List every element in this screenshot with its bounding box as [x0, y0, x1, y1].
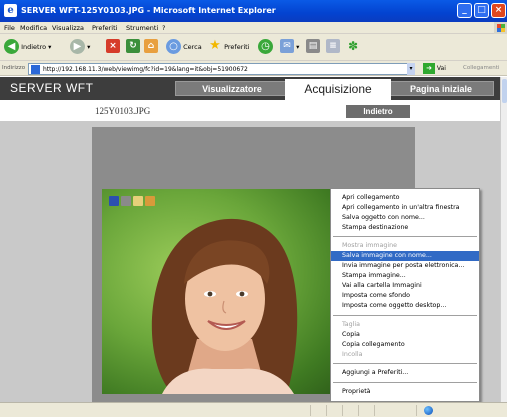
email-image-icon[interactable]	[133, 196, 143, 206]
edit-button[interactable]: ≡	[326, 38, 340, 57]
ctx-paste: Incolla	[342, 351, 363, 358]
refresh-button[interactable]: ↻	[126, 38, 140, 57]
browser-toolbar: ◀ Indietro ▾ ▶ ▾ × ↻ ⌂ ○ Cerca ★ Preferi…	[0, 34, 507, 61]
history-icon: ◷	[258, 38, 273, 54]
home-button[interactable]: ⌂	[144, 38, 158, 57]
search-icon: ○	[166, 38, 181, 54]
favorites-star-icon: ★	[209, 38, 221, 53]
favorites-button[interactable]: ★ Preferiti	[208, 38, 250, 57]
save-icon[interactable]	[109, 196, 119, 206]
vertical-scrollbar[interactable]	[500, 77, 507, 402]
search-button[interactable]: ○ Cerca	[166, 38, 202, 57]
ctx-separator	[333, 236, 477, 237]
forward-button[interactable]: ▶ ▾	[70, 38, 90, 57]
ctx-copy-shortcut[interactable]: Copia collegamento	[331, 340, 479, 350]
menu-view[interactable]: Visualizza	[52, 23, 84, 33]
ctx-print-picture[interactable]: Stampa immagine...	[331, 271, 479, 281]
ctx-save-target-as[interactable]: Salva oggetto con nome...	[331, 213, 479, 223]
menu-bar: File Modifica Visualizza Preferiti Strum…	[0, 22, 507, 34]
photo[interactable]	[102, 189, 337, 394]
back-label: Indietro	[21, 43, 47, 51]
mail-button[interactable]: ✉ ▾	[280, 38, 299, 57]
search-label: Cerca	[183, 43, 202, 51]
forward-arrow-icon: ▶	[70, 38, 85, 54]
scrollbar-thumb[interactable]	[502, 79, 507, 103]
menu-file[interactable]: File	[4, 23, 15, 33]
stop-icon: ×	[106, 39, 120, 53]
ctx-set-as-background[interactable]: Imposta come sfondo	[331, 291, 479, 301]
favorites-label: Preferiti	[224, 43, 250, 51]
address-input[interactable]: http://192.168.11.3/web/viewimg/fc?id=19…	[28, 63, 415, 75]
page-icon	[31, 65, 40, 74]
print-image-icon[interactable]	[121, 196, 131, 206]
ctx-open-link[interactable]: Apri collegamento	[331, 193, 479, 203]
status-cell	[374, 405, 414, 416]
ctx-copy[interactable]: Copia	[331, 330, 479, 340]
mail-icon: ✉	[280, 39, 294, 53]
status-cell	[310, 405, 324, 416]
minimize-button[interactable]: _	[457, 3, 472, 18]
print-button[interactable]: ▤	[306, 38, 320, 57]
address-dropdown-button[interactable]: ▾	[407, 63, 415, 75]
ctx-show-picture: Mostra immagine	[342, 242, 397, 249]
home-icon: ⌂	[144, 39, 158, 53]
history-button[interactable]: ◷	[258, 38, 273, 57]
ctx-email-picture[interactable]: Invia immagine per posta elettronica...	[331, 261, 479, 271]
ie-icon: e	[4, 4, 17, 17]
window-titlebar[interactable]: e SERVER WFT-125Y0103.JPG - Microsoft In…	[0, 0, 507, 22]
site-header: SERVER WFT Visualizzatore Pagina inizial…	[0, 77, 500, 100]
address-url: http://192.168.11.3/web/viewimg/fc?id=19…	[43, 66, 248, 73]
menu-favorites[interactable]: Preferiti	[92, 23, 117, 33]
ctx-separator	[333, 382, 477, 383]
back-button[interactable]: ◀ Indietro ▾	[4, 38, 51, 57]
status-cell	[358, 405, 372, 416]
nav-viewer-button[interactable]: Visualizzatore	[175, 81, 289, 96]
status-cell	[326, 405, 340, 416]
ctx-properties[interactable]: Proprietà	[331, 387, 479, 397]
nav-home-button[interactable]: Pagina iniziale	[388, 81, 494, 96]
address-label: Indirizzo	[2, 65, 26, 71]
print-icon: ▤	[306, 39, 320, 53]
status-zone	[416, 405, 507, 416]
ctx-add-to-favorites[interactable]: Aggiungi a Preferiti...	[331, 368, 479, 378]
stop-button[interactable]: ×	[106, 38, 120, 57]
menu-tools[interactable]: Strumenti	[126, 23, 158, 33]
links-label[interactable]: Collegamenti	[463, 64, 499, 73]
ctx-save-picture-as[interactable]: Salva immagine con nome...	[331, 251, 479, 261]
windows-logo-icon	[494, 22, 507, 34]
ctx-separator	[333, 363, 477, 364]
ctx-set-as-desktop-item[interactable]: Imposta come oggetto desktop...	[331, 301, 479, 311]
folder-icon[interactable]	[145, 196, 155, 206]
ctx-open-link-new-window[interactable]: Apri collegamento in un'altra finestra	[331, 203, 479, 213]
back-arrow-icon: ◀	[4, 38, 19, 54]
messenger-icon: ✽	[347, 39, 359, 53]
menu-help[interactable]: ?	[162, 23, 165, 33]
back-page-button[interactable]: Indietro	[346, 105, 410, 118]
status-cell	[342, 405, 356, 416]
address-bar: Indirizzo http://192.168.11.3/web/viewim…	[0, 61, 507, 76]
ctx-goto-pictures-folder[interactable]: Vai alla cartella Immagini	[331, 281, 479, 291]
ctx-cut: Taglia	[342, 321, 361, 328]
ctx-separator	[333, 315, 477, 316]
go-arrow-icon: ➜	[423, 63, 435, 74]
edit-page-icon: ≡	[326, 39, 340, 53]
context-menu: Apri collegamento Apri collegamento in u…	[330, 188, 480, 402]
go-button[interactable]: ➜ Vai	[423, 63, 446, 75]
site-brand: SERVER WFT	[10, 81, 94, 95]
image-subbar: 125Y0103.JPG Indietro	[0, 100, 500, 122]
close-button[interactable]: ×	[491, 3, 506, 18]
portrait-illustration	[151, 218, 298, 394]
menu-edit[interactable]: Modifica	[20, 23, 47, 33]
go-label: Vai	[436, 65, 446, 72]
nav-acquisition-tab[interactable]: Acquisizione	[285, 79, 391, 100]
refresh-icon: ↻	[126, 39, 140, 53]
image-filename: 125Y0103.JPG	[95, 106, 151, 116]
maximize-button[interactable]: □	[474, 3, 489, 18]
window-title: SERVER WFT-125Y0103.JPG - Microsoft Inte…	[21, 6, 276, 15]
messenger-button[interactable]: ✽	[346, 38, 360, 57]
ctx-print-target[interactable]: Stampa destinazione	[331, 223, 479, 233]
status-bar	[0, 402, 507, 417]
